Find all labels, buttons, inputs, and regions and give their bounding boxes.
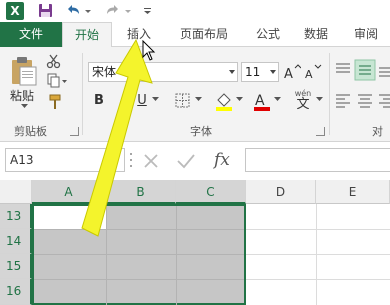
redo-icon[interactable] [104,2,122,20]
column-header-a[interactable]: A [32,180,106,204]
font-launcher-icon[interactable] [316,127,325,136]
increase-font-size-icon[interactable]: A [283,63,301,81]
font-color-dropdown-icon[interactable] [274,97,282,103]
formula-input[interactable] [245,148,390,172]
active-cell-a13[interactable] [34,206,106,229]
redo-dropdown-icon[interactable] [124,2,142,20]
gridline [34,254,244,255]
font-name-value: 宋体 [92,65,117,79]
fill-color-dropdown-icon[interactable] [236,97,244,103]
worksheet-grid[interactable]: A B C D E 13 14 15 16 [0,180,390,305]
gridline [34,229,244,230]
name-box[interactable]: A13 [5,148,125,172]
tab-data[interactable]: 数据 [296,22,336,47]
select-all-corner[interactable] [0,180,32,204]
font-name-dropdown-icon[interactable] [229,70,235,74]
font-name-box[interactable]: 宋体 [88,62,238,82]
ribbon: 粘贴 剪贴板 宋体 11 A A B U A wén 文 字体 对 [0,47,390,142]
alignment-group-label: 对 [372,125,383,138]
borders-dropdown-icon[interactable] [195,97,203,103]
save-icon[interactable] [37,2,55,20]
gridline [176,206,177,305]
excel-logo-icon: X [6,2,24,20]
formula-bar-grip-icon[interactable] [128,150,134,170]
gridline [246,254,390,255]
top-align-icon[interactable] [334,61,352,79]
tab-home[interactable]: 开始 [62,22,112,48]
gridline [246,279,390,280]
row-header-16[interactable]: 16 [0,279,32,305]
paste-button-label[interactable]: 粘贴 [10,87,34,104]
tab-file[interactable]: 文件 [0,22,62,47]
fill-color-icon[interactable] [214,90,234,112]
name-box-dropdown-icon[interactable] [110,156,120,164]
tab-review[interactable]: 审阅 [346,22,386,47]
clipboard-launcher-icon[interactable] [70,127,79,136]
tab-page-layout[interactable]: 页面布局 [172,22,236,47]
group-separator [329,53,330,135]
ribbon-tabs: 文件 开始 插入 页面布局 公式 数据 审阅 [0,22,390,48]
svg-text:A: A [305,68,313,81]
phonetic-guide-button[interactable]: wén 文 [292,89,314,112]
paste-icon[interactable] [8,55,40,87]
svg-text:A: A [284,67,293,81]
bottom-align-icon[interactable] [378,61,390,79]
qat-dropdown-icon[interactable] [142,2,160,20]
borders-icon[interactable] [174,92,192,110]
phonetic-dropdown-icon[interactable] [316,97,324,103]
mouse-pointer-icon [142,40,156,61]
format-painter-icon[interactable] [46,94,64,110]
undo-dropdown-icon[interactable] [84,2,102,20]
gridline [316,204,317,305]
underline-dropdown-icon[interactable] [152,97,160,103]
phonetic-char: 文 [296,97,310,112]
row-header-14[interactable]: 14 [0,229,32,254]
cut-icon[interactable] [46,53,62,69]
clipboard-group-label: 剪贴板 [14,125,47,138]
insert-function-button[interactable]: fx [214,150,230,170]
underline-button[interactable]: U [135,93,149,108]
row-header-13[interactable]: 13 [0,204,32,229]
tab-formulas[interactable]: 公式 [248,22,288,47]
font-color-icon[interactable]: A [252,90,272,112]
decrease-font-size-icon[interactable]: A [304,63,322,81]
gridline [34,279,244,280]
copy-icon[interactable] [46,73,68,89]
align-center-icon[interactable] [356,91,374,109]
gridline [246,229,390,230]
column-header-e[interactable]: E [316,180,390,204]
undo-icon[interactable] [64,2,82,20]
confirm-entry-icon[interactable] [176,152,196,170]
quick-access-toolbar: X [0,0,390,22]
align-left-icon[interactable] [334,91,352,109]
font-size-box[interactable]: 11 [241,62,279,82]
svg-text:A: A [255,93,265,109]
font-size-value: 11 [245,65,261,79]
gridline [106,206,107,305]
formula-bar: A13 fx [0,142,390,180]
column-header-d[interactable]: D [246,180,316,204]
column-header-c[interactable]: C [176,180,246,204]
bold-button[interactable]: B [92,93,106,108]
align-right-icon[interactable] [378,91,390,109]
font-group-label: 字体 [190,125,212,138]
cancel-entry-icon[interactable] [142,152,160,170]
paste-dropdown-icon[interactable] [20,103,30,109]
name-box-value: A13 [10,153,34,167]
group-separator [82,53,83,135]
column-header-b[interactable]: B [106,180,176,204]
row-header-15[interactable]: 15 [0,254,32,279]
middle-align-icon[interactable] [354,59,376,81]
font-size-dropdown-icon[interactable] [270,70,276,74]
